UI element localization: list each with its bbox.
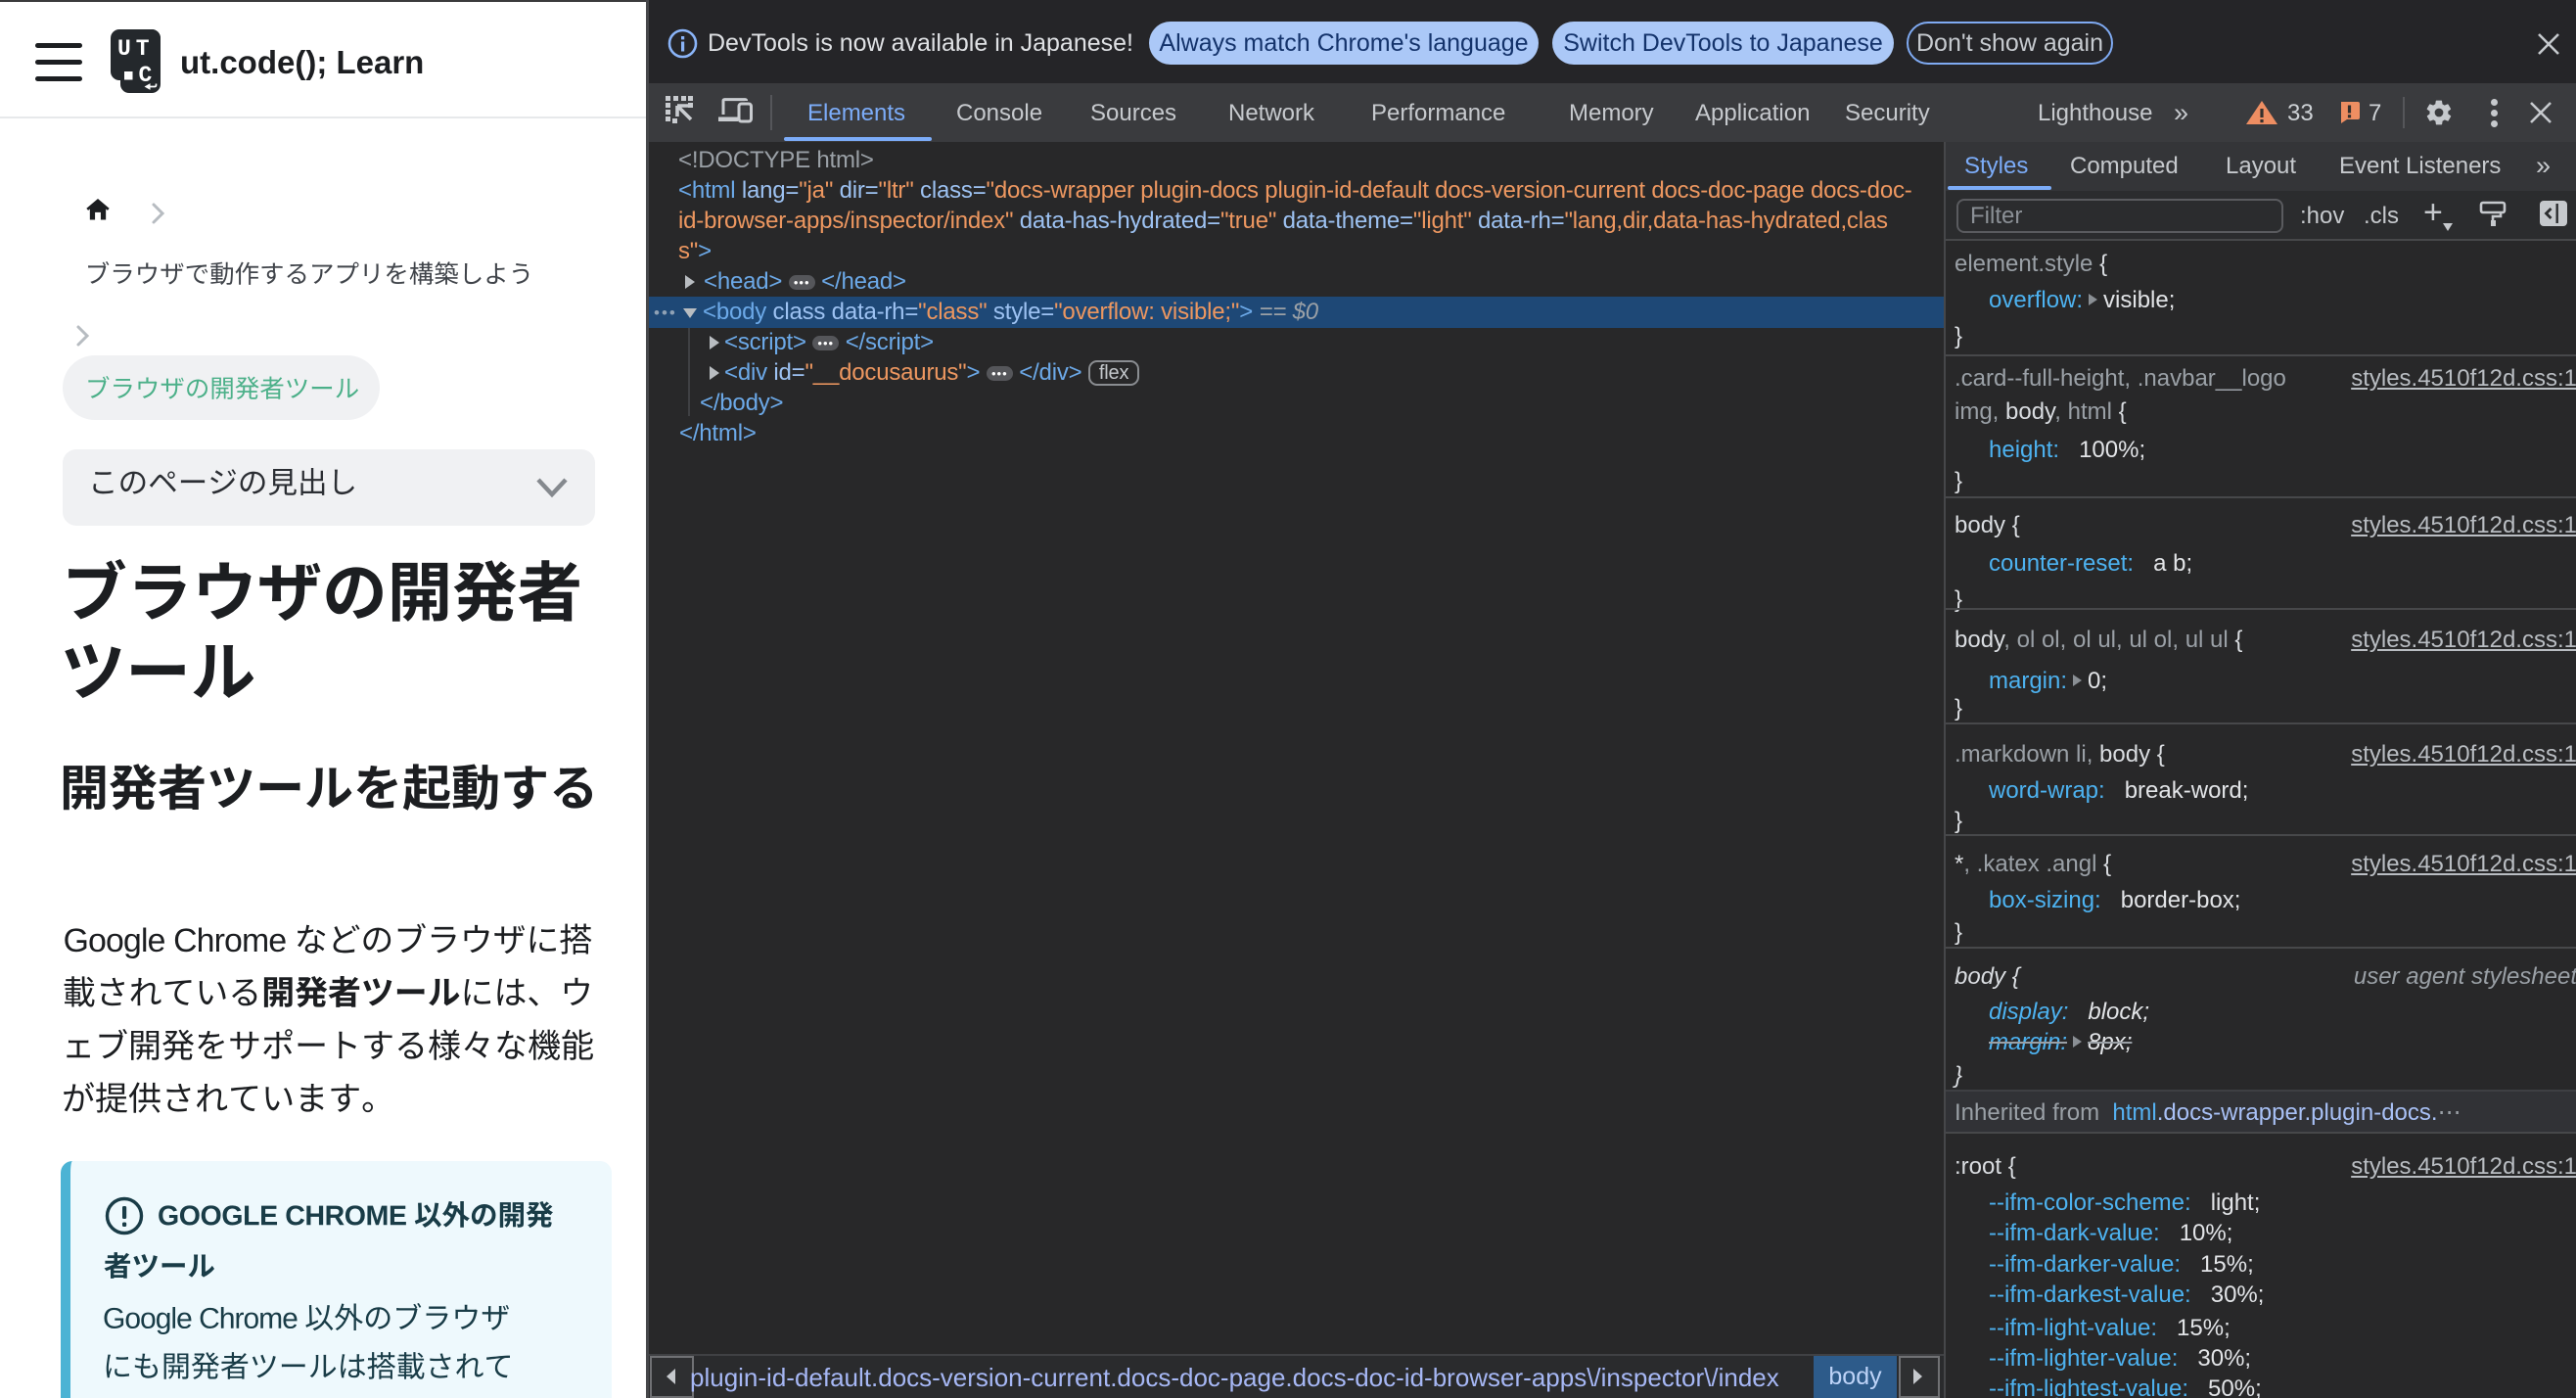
svg-text:UT: UT [117, 36, 155, 62]
